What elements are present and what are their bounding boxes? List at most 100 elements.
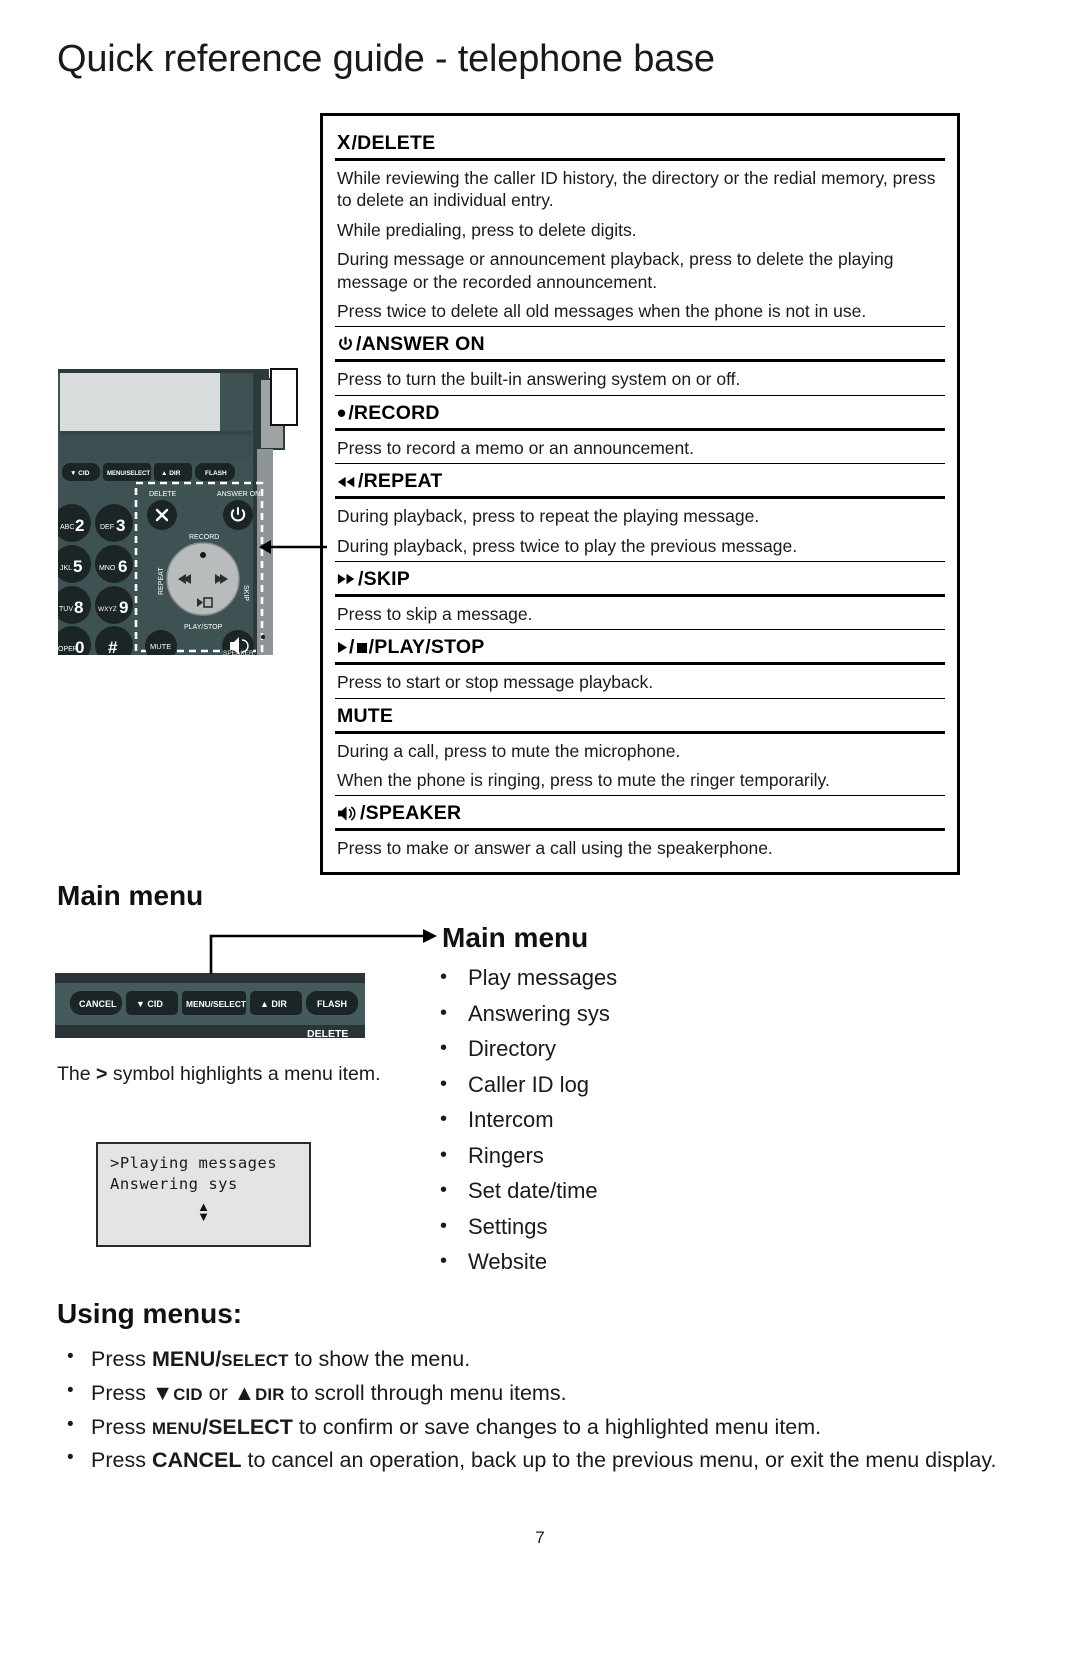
svg-text:MENU/SELECT: MENU/SELECT [186,999,247,1009]
main-menu-callout-title: Main menu [442,922,589,953]
svg-text:▼ CID: ▼ CID [70,470,90,477]
svg-text:MNO: MNO [99,565,116,572]
main-menu-list: Play messages Answering sys Directory Ca… [432,960,762,1280]
menu-symbol-note: The > symbol highlights a menu item. [57,1062,387,1088]
key-name: /SELECT [202,1414,293,1439]
key-label: /SPEAKER [360,802,462,825]
bullet-text: Press [91,1347,152,1371]
list-item: Intercom [432,1102,762,1138]
key-heading-answer-on: /ANSWER ON [335,327,945,363]
key-name-small: SELECT [221,1351,289,1370]
lcd-line-1: >Playing messages [110,1154,278,1172]
list-item: Answering sys [432,996,762,1032]
list-item: Directory [432,1031,762,1067]
svg-text:9: 9 [119,598,128,617]
list-item: Press MENU/SELECT to confirm or save cha… [57,1411,1017,1444]
key-heading-skip: /SKIP [335,562,945,597]
key-heading-repeat: /REPEAT [335,464,945,500]
fast-forward-icon [337,572,356,586]
bullet-text: to confirm or save changes to a highligh… [292,1414,822,1439]
list-item: Set date/time [432,1173,762,1209]
bullet-text: Press [91,1448,152,1473]
svg-text:CANCEL: CANCEL [79,999,117,1009]
svg-text:2: 2 [75,516,84,535]
key-desc: When the phone is ringing, press to mute… [335,763,945,797]
svg-text:3: 3 [116,516,125,535]
svg-text:MUTE: MUTE [150,642,171,651]
svg-text:#: # [108,638,118,655]
speaker-icon [337,805,358,822]
key-label: /DELETE [351,132,436,154]
svg-text:ANSWER ON: ANSWER ON [217,491,260,498]
svg-text:SPEAKER: SPEAKER [223,650,254,655]
bullet-text: Press [91,1414,152,1439]
key-desc: Press to skip a message. [335,597,945,631]
svg-text:▲ DIR: ▲ DIR [260,999,287,1009]
key-name: MENU/ [151,1347,222,1371]
note-symbol: > [96,1063,108,1085]
key-heading-speaker: /SPEAKER [335,796,945,832]
list-item: Website [432,1244,762,1280]
svg-text:0: 0 [75,638,84,655]
key-reference-box: X/DELETE While reviewing the caller ID h… [320,113,960,875]
key-label: /RECORD [348,401,440,424]
svg-text:DEF: DEF [100,524,114,531]
key-name-small: DIR [255,1384,285,1404]
svg-text:JKL: JKL [60,565,72,572]
key-desc: Press to turn the built-in answering sys… [335,362,945,396]
svg-text:PLAY/STOP: PLAY/STOP [184,624,223,631]
key-name: CANCEL [151,1448,242,1473]
bullet-text: to scroll through menu items. [284,1380,567,1405]
keystrip-illustration: CANCEL ▼ CID MENU/SELECT ▲ DIR FLASH DEL… [55,963,365,1041]
play-stop-separator: / [349,636,355,659]
svg-text:DELETE: DELETE [149,491,177,498]
key-heading-record: •/RECORD [335,396,945,431]
key-label: /ANSWER ON [356,333,485,356]
svg-text:▼ CID: ▼ CID [136,999,163,1009]
record-dot-icon: • [337,398,347,429]
list-item: Press MENU/SELECT to show the menu. [57,1343,1017,1376]
svg-text:FLASH: FLASH [317,999,347,1009]
bullet-text: to show the menu. [288,1347,471,1371]
bullet-text: Press [91,1380,152,1405]
key-desc: While reviewing the caller ID history, t… [337,168,936,211]
down-arrow-icon: ▼ [151,1380,174,1405]
list-item: Play messages [432,960,762,996]
key-name-small: CID [173,1384,203,1404]
list-item: Caller ID log [432,1067,762,1103]
rewind-icon [337,475,356,489]
bullet-text: to cancel an operation, back up to the p… [241,1448,997,1473]
key-label: /SKIP [358,567,410,590]
svg-text:REPEAT: REPEAT [158,567,165,595]
stop-icon [356,642,368,654]
svg-text:WXYZ: WXYZ [98,606,117,613]
key-desc: During playback, press twice to play the… [335,529,945,562]
main-menu-heading: Main menu [57,880,204,911]
key-label: /REPEAT [358,470,443,493]
svg-text:TUV: TUV [59,606,73,613]
svg-text:8: 8 [74,598,83,617]
scroll-down-icon: ▼ [197,1209,210,1224]
key-desc: Press to make or answer a call using the… [337,838,773,859]
lcd-line-2: Answering sys [110,1175,238,1193]
list-item: Settings [432,1209,762,1245]
key-heading-mute: MUTE [335,699,945,734]
svg-text:6: 6 [118,557,127,576]
key-name-small: MENU [151,1418,203,1438]
svg-text:DELETE: DELETE [307,1028,348,1040]
list-item: Press CANCEL to cancel an operation, bac… [57,1444,1017,1477]
list-item: Press ▼CID or ▲DIR to scroll through men… [57,1377,1017,1410]
key-desc: Press twice to delete all old messages w… [335,294,945,328]
key-heading-play-stop: / /PLAY/STOP [335,630,945,666]
key-desc: While predialing, press to delete digits… [337,219,637,240]
svg-text:RECORD: RECORD [189,534,219,541]
telephone-base-illustration: ▼ CID MENU/SELECT ▲ DIR FLASH ABC 2 DEF 3 … [53,363,308,664]
power-icon [337,336,354,353]
list-item: Ringers [432,1138,762,1174]
page-title: Quick reference guide - telephone base [57,38,715,80]
bullet-text: or [202,1380,234,1405]
svg-text:▲ DIR: ▲ DIR [161,470,181,477]
key-label: MUTE [337,704,394,727]
lcd-scroll-indicator: ▲ ▼ [98,1200,309,1224]
svg-text:ABC: ABC [60,524,74,531]
